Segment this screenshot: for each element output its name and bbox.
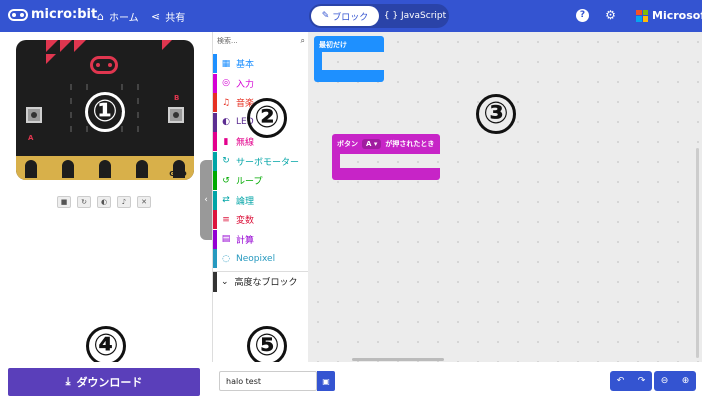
microsoft-icon (636, 9, 648, 22)
category-label: 基本 (236, 60, 255, 70)
category-label: 計算 (236, 235, 255, 246)
toolbox-search[interactable]: 検索... ⌕ (217, 36, 305, 50)
annotation-3: ③ (476, 94, 516, 134)
board-face-icon (90, 56, 118, 74)
button-b[interactable] (168, 107, 184, 123)
undo-redo-group: ↶ ↷ (610, 371, 652, 391)
home-button[interactable]: ⌂ ホーム (97, 9, 139, 24)
editor-toggle: ✎ ブロック { } JavaScript (309, 4, 449, 28)
annotation-5: ⑤ (247, 326, 287, 366)
calculator-icon: ▤ (221, 234, 231, 244)
puzzle-icon: ✎ (321, 11, 330, 21)
category-label: 変数 (236, 216, 255, 226)
toolbox-category[interactable]: ◎ 入力 (213, 73, 309, 93)
on-start-label: 最初だけ (314, 36, 384, 52)
toolbox-category[interactable]: ▤ 計算 (213, 229, 309, 249)
download-icon: ⤓ (65, 375, 71, 388)
slowmo-icon[interactable]: ◐ (97, 196, 111, 208)
gear-icon[interactable]: ⚙ (604, 9, 617, 22)
zoom-group: ⊖ ⊕ (654, 371, 696, 391)
on-button-header: ボタン A ▾ が押されたとき (332, 134, 440, 154)
microsoft-logo[interactable]: Microsoft (636, 9, 702, 22)
redo-icon[interactable]: ↷ (635, 376, 649, 386)
help-icon[interactable]: ? (576, 9, 589, 22)
toolbox-category[interactable]: ↻ サーボモーター (213, 151, 309, 171)
grid-icon: ▦ (221, 58, 231, 69)
zoom-in-icon[interactable]: ⊕ (679, 376, 693, 386)
category-label: サーボモーター (236, 157, 300, 168)
on-start-block[interactable]: 最初だけ (314, 36, 384, 82)
microbit-board[interactable]: A B ① (16, 40, 194, 180)
category-label: 入力 (236, 79, 255, 90)
button-a-label: A (28, 134, 34, 142)
share-icon: ⋖ (151, 10, 161, 23)
chevron-left-icon: ‹ (204, 195, 208, 205)
pin-label: 0 (27, 170, 33, 178)
undo-icon[interactable]: ↶ (614, 376, 628, 386)
target-icon: ◎ (222, 78, 230, 88)
search-icon: ⌕ (300, 36, 305, 45)
toolbox-category[interactable]: ⇄ 論理 (213, 190, 309, 210)
workspace-horizontal-scrollbar[interactable] (352, 358, 444, 361)
category-label: 無線 (236, 138, 255, 148)
button-a[interactable] (26, 107, 42, 123)
loop-icon: ↺ (222, 175, 230, 186)
annotation-1: ① (85, 92, 125, 132)
workspace-vertical-scrollbar[interactable] (696, 148, 699, 358)
button-b-label: B (174, 94, 180, 102)
refresh-icon: ↻ (222, 156, 230, 166)
save-icon[interactable]: ▣ (317, 371, 335, 391)
blocks-tab[interactable]: ✎ ブロック (311, 6, 379, 26)
headphones-icon: ♫ (221, 97, 231, 108)
sound-icon[interactable]: ♪ (117, 196, 131, 208)
toolbox-category[interactable]: ◌ Neopixel (213, 249, 309, 268)
zoom-out-icon[interactable]: ⊖ (658, 376, 672, 386)
search-input[interactable]: 検索... (217, 37, 238, 45)
home-icon: ⌂ (97, 10, 104, 23)
collapse-simulator-button[interactable]: ‹ (200, 160, 212, 240)
advanced-label: 高度なブロック (234, 278, 298, 288)
toolbox-category[interactable]: ≡ 変数 (213, 210, 309, 229)
category-label: ループ (236, 177, 263, 187)
share-label: 共有 (165, 13, 186, 24)
download-label: ダウンロード (76, 376, 143, 389)
category-label: Neopixel (236, 253, 276, 264)
microbit-icon (8, 8, 28, 21)
javascript-label: { } JavaScript (383, 11, 447, 21)
home-label: ホーム (108, 13, 139, 24)
button-select-dropdown[interactable]: A ▾ (362, 139, 382, 149)
blocks-workspace[interactable]: 最初だけ ボタン A ▾ が押されたとき ③ (308, 32, 702, 362)
button-block-suffix: が押されたとき (385, 140, 435, 148)
advanced-blocks[interactable]: ⌄ 高度なブロック (213, 271, 309, 292)
toggle-icon: ◐ (222, 117, 230, 127)
restart-icon[interactable]: ↻ (77, 196, 91, 208)
pin-label: GND (169, 170, 187, 178)
javascript-tab[interactable]: { } JavaScript (383, 6, 447, 26)
microsoft-label: Microsoft (652, 9, 702, 22)
category-label: 論理 (236, 196, 255, 207)
simulator-panel: A B ① 0 1 2 3V GND ■ ↻ ◐ ♪ ✕ ④ (0, 32, 212, 366)
toolbox: 検索... ⌕ ▦ 基本 ◎ 入力 ♫ 音楽 ◐ LED ▮ 無線 ↻ サーボモーター ↺ ループ ⇄ 論理 ≡… (212, 32, 309, 366)
annotation-2: ② (247, 98, 287, 138)
signal-icon: ▮ (223, 136, 229, 147)
on-button-pressed-block[interactable]: ボタン A ▾ が押されたとき (332, 134, 440, 180)
shuffle-icon: ⇄ (222, 195, 230, 205)
app-header: micro:bit ⌂ ホーム ⋖ 共有 ✎ ブロック { } JavaScri… (0, 0, 702, 32)
blocks-label: ブロック (332, 12, 369, 23)
download-button[interactable]: ⤓ ダウンロード (8, 368, 200, 396)
footer-bar: ⤓ ダウンロード halo test ▣ ↶ ↷ ⊖ ⊕ (0, 362, 702, 400)
button-block-prefix: ボタン (337, 140, 358, 148)
annotation-4: ④ (86, 326, 126, 366)
logo-text: micro:bit (31, 7, 98, 22)
chevron-down-icon: ⌄ (221, 276, 229, 287)
stop-icon[interactable]: ■ (57, 196, 71, 208)
toolbox-category[interactable]: ↺ ループ (213, 171, 309, 190)
project-name-input[interactable]: halo test (219, 371, 317, 391)
list-icon: ≡ (222, 214, 230, 225)
fullscreen-icon[interactable]: ✕ (137, 196, 151, 208)
share-button[interactable]: ⋖ 共有 (151, 9, 185, 24)
toolbox-category[interactable]: ▦ 基本 (213, 54, 309, 73)
microbit-logo[interactable]: micro:bit (8, 7, 97, 22)
ring-icon: ◌ (222, 253, 230, 264)
